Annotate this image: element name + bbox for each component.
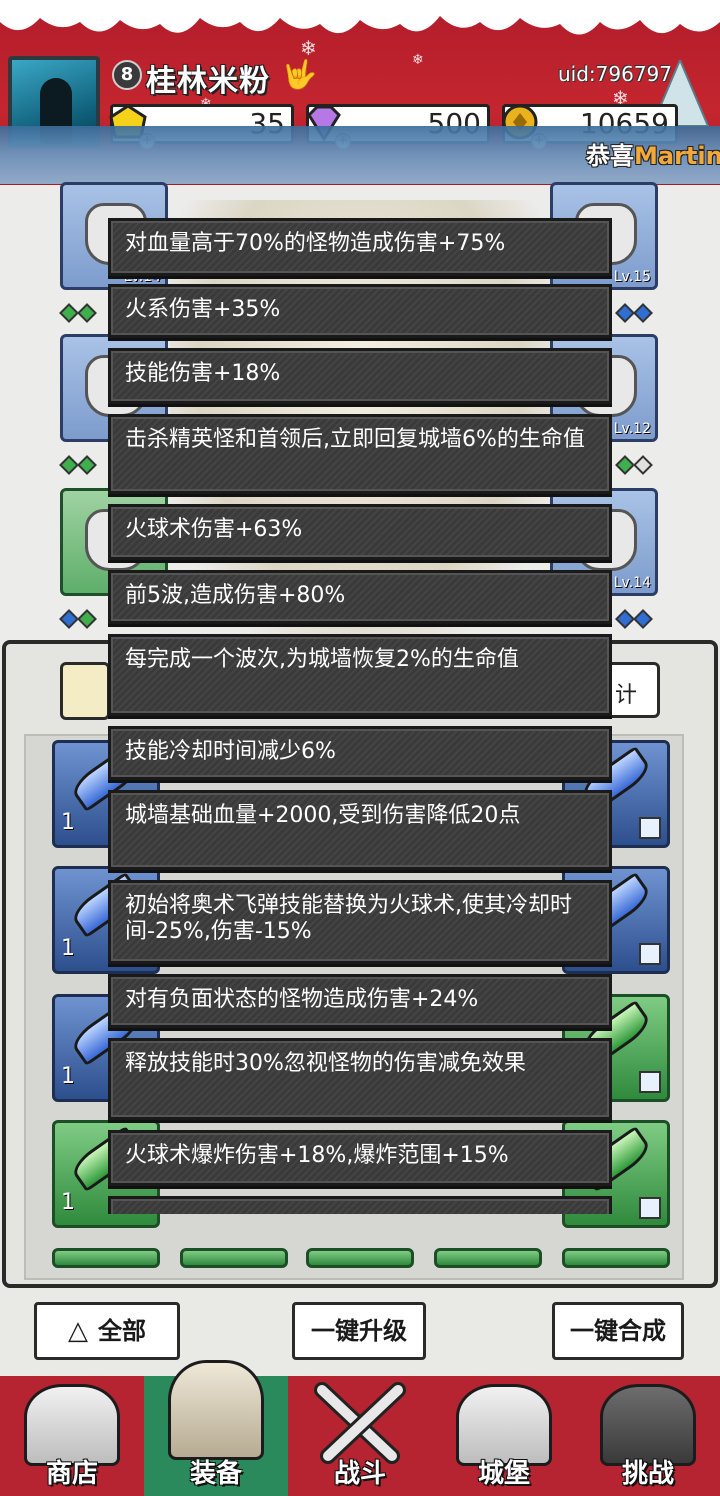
upgrade-all-button[interactable]: 一键升级: [292, 1302, 426, 1360]
inventory-sort-label: 计: [615, 683, 638, 708]
nav-item-label: 装备: [189, 1459, 242, 1489]
inventory-category-tab[interactable]: [60, 662, 110, 720]
affix-item: 火系伤害+35%: [108, 284, 612, 338]
top-header: ❄ ❄ ❄ ❄ 8 桂林米粉 🤟 uid:796797 + 35 + 500 +…: [0, 0, 720, 185]
equip-slot-level: Lv.15: [613, 269, 651, 285]
affix-item: 火球术伤害+63%: [108, 504, 612, 560]
player-level-badge: 8: [112, 60, 142, 90]
inventory-item[interactable]: [562, 1248, 670, 1268]
equip-slot-level: Lv.14: [613, 575, 651, 591]
nav-item-equipment[interactable]: 装备: [144, 1360, 288, 1496]
snowflake-icon: ❄: [412, 52, 424, 68]
weapon-type-icon: [639, 1197, 661, 1219]
inventory-item[interactable]: [52, 1248, 160, 1268]
rock-hand-icon: 🤟: [282, 58, 317, 91]
nav-item-label: 城堡: [477, 1459, 530, 1489]
armor-type-icon: [639, 817, 661, 839]
weapon-type-icon: [639, 943, 661, 965]
item-quantity: 1: [61, 1190, 75, 1215]
bottom-nav: 商店 装备 战斗 城堡 挑战: [0, 1360, 720, 1496]
nav-item-castle[interactable]: 城堡: [432, 1376, 576, 1496]
merge-all-button[interactable]: 一键合成: [552, 1302, 684, 1360]
slot-gems: [615, 455, 653, 475]
equip-slot-level: Lv.12: [613, 421, 651, 437]
nav-item-label: 挑战: [621, 1459, 674, 1489]
inventory-item[interactable]: [180, 1248, 288, 1268]
filter-all-label: 全部: [98, 1317, 146, 1345]
inventory-item[interactable]: [306, 1248, 414, 1268]
snowflake-icon: ❄: [300, 36, 317, 60]
slot-gems: [615, 609, 653, 629]
armor-type-icon: [639, 1071, 661, 1093]
slot-gems: [615, 303, 653, 323]
affix-item: 前5波,造成伤害+80%: [108, 570, 612, 624]
equipment-bag-icon: [168, 1360, 264, 1460]
affix-item-partial: [108, 1196, 612, 1214]
nav-item-label: 商店: [45, 1459, 98, 1489]
announcement-prefix: 恭喜: [586, 142, 634, 170]
affix-item: 技能伤害+18%: [108, 348, 612, 404]
item-quantity: 1: [61, 936, 75, 961]
affix-item: 对有负面状态的怪物造成伤害+24%: [108, 974, 612, 1028]
inventory-item[interactable]: [434, 1248, 542, 1268]
nav-item-battle[interactable]: 战斗: [288, 1376, 432, 1496]
slot-gems: [59, 455, 97, 475]
affix-item: 火球术爆炸伤害+18%,爆炸范围+15%: [108, 1130, 612, 1186]
filter-all-button[interactable]: △ 全部: [34, 1302, 180, 1360]
affix-item: 初始将奥术飞弹技能替换为火球术,使其冷却时间-25%,伤害-15%: [108, 880, 612, 964]
nav-item-shop[interactable]: 商店: [0, 1376, 144, 1496]
slot-gems: [59, 303, 97, 323]
slot-gems: [59, 609, 97, 629]
nav-item-challenge[interactable]: 挑战: [576, 1376, 720, 1496]
announcement-player-name: Martin: [634, 142, 720, 170]
item-quantity: 1: [61, 1064, 75, 1089]
player-name: 桂林米粉: [146, 64, 270, 99]
triangle-up-icon: △: [68, 1316, 88, 1346]
item-quantity: 1: [61, 810, 75, 835]
affix-item: 释放技能时30%忽视怪物的伤害减免效果: [108, 1038, 612, 1120]
affix-item: 击杀精英怪和首领后,立即回复城墙6%的生命值: [108, 414, 612, 494]
nav-item-label: 战斗: [333, 1459, 386, 1489]
affix-item: 城墙基础血量+2000,受到伤害降低20点: [108, 790, 612, 870]
affix-item: 每完成一个波次,为城墙恢复2%的生命值: [108, 634, 612, 716]
announcement-text: 恭喜Martin: [586, 136, 720, 171]
affix-item: 技能冷却时间减少6%: [108, 726, 612, 780]
snow-decoration: [0, 0, 720, 35]
player-uid: uid:796797: [557, 62, 672, 86]
affix-item: 对血量高于70%的怪物造成伤害+75%: [108, 218, 612, 276]
affix-list-tooltip[interactable]: 对血量高于70%的怪物造成伤害+75% 火系伤害+35% 技能伤害+18% 击杀…: [108, 218, 612, 1214]
